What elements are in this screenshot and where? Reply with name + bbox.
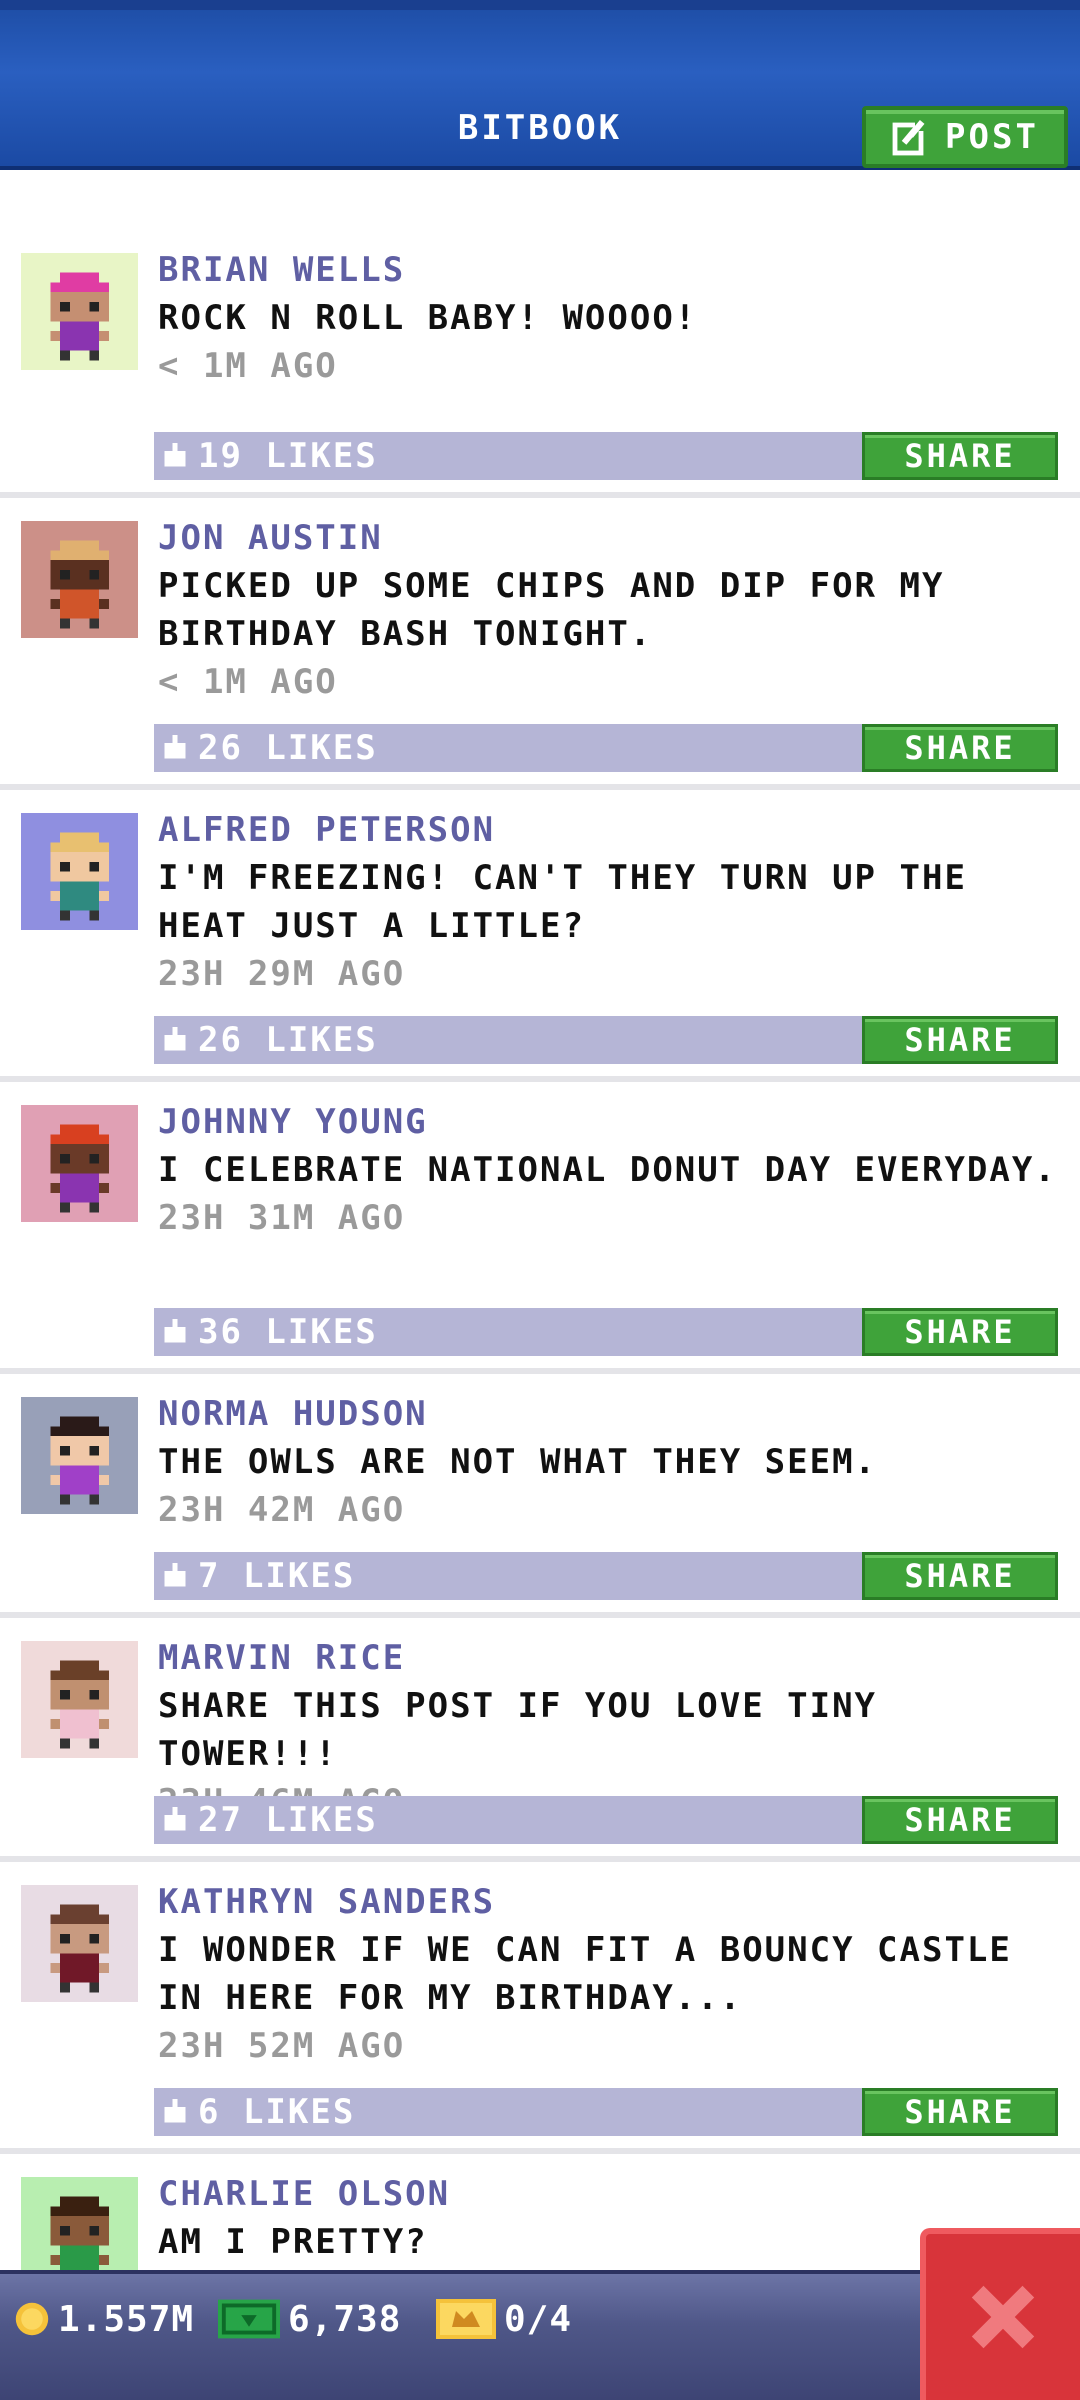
post-content: JON AUSTIN PICKED UP SOME CHIPS AND DIP F… (158, 514, 1063, 706)
thumbs-up-icon (164, 1319, 186, 1343)
edit-square-icon (892, 117, 932, 156)
thumbs-up-icon (164, 443, 186, 467)
post-author[interactable]: JON AUSTIN (158, 514, 1063, 562)
like-button[interactable]: 6 LIKES (162, 2088, 355, 2136)
tickets-stat: 0/4 (436, 2296, 572, 2342)
thumbs-up-icon (164, 2099, 186, 2123)
thumbs-up-icon (164, 1563, 186, 1587)
share-button[interactable]: SHARE (862, 2088, 1058, 2136)
post-timestamp: 23H 31M AGO (158, 1198, 406, 1238)
post-author[interactable]: MARVIN RICE (158, 1634, 1063, 1682)
post-message: I'M FREEZING! CAN'T THEY TURN UP THE HEA… (158, 858, 967, 946)
post-content: BRIAN WELLS ROCK N ROLL BABY! WOOOO! < 1M … (158, 246, 1063, 390)
share-button[interactable]: SHARE (862, 432, 1058, 480)
feed-list[interactable]: BRIAN WELLS ROCK N ROLL BABY! WOOOO! < 1M … (0, 230, 1080, 2270)
post-author[interactable]: KATHRYN SANDERS (158, 1878, 1063, 1926)
post-message: PICKED UP SOME CHIPS AND DIP FOR MY BIRT… (158, 566, 945, 654)
likes-bar: 7 LIKES SHARE (154, 1552, 1058, 1600)
feed-post: CHARLIE OLSON AM I PRETTY? (0, 2154, 1080, 2270)
like-button[interactable]: 26 LIKES (162, 724, 378, 772)
post-content: ALFRED PETERSON I'M FREEZING! CAN'T THEY … (158, 806, 1063, 998)
post-content: KATHRYN SANDERS I WONDER IF WE CAN FIT A … (158, 1878, 1063, 2070)
feed-post: JON AUSTIN PICKED UP SOME CHIPS AND DIP F… (0, 498, 1080, 790)
avatar[interactable] (21, 521, 138, 638)
post-content: NORMA HUDSON THE OWLS ARE NOT WHAT THEY S… (158, 1390, 1063, 1534)
share-button[interactable]: SHARE (862, 724, 1058, 772)
coins-value: 1.557M (58, 2298, 195, 2340)
post-content: JOHNNY YOUNG I CELEBRATE NATIONAL DONUT D… (158, 1098, 1063, 1242)
feed-post: MARVIN RICE SHARE THIS POST IF YOU LOVE T… (0, 1618, 1080, 1862)
avatar[interactable] (21, 253, 138, 370)
post-timestamp: < 1M AGO (158, 662, 338, 702)
post-button[interactable]: POST (862, 106, 1068, 168)
avatar[interactable] (21, 813, 138, 930)
avatar[interactable] (21, 1397, 138, 1514)
likes-count: 26 LIKES (198, 728, 378, 768)
coin-icon (15, 2302, 49, 2336)
avatar[interactable] (21, 1641, 138, 1758)
likes-count: 36 LIKES (198, 1312, 378, 1352)
close-button[interactable] (920, 2228, 1080, 2400)
likes-bar: 6 LIKES SHARE (154, 2088, 1058, 2136)
avatar[interactable] (21, 2177, 138, 2270)
post-timestamp: 23H 42M AGO (158, 1490, 406, 1530)
like-button[interactable]: 36 LIKES (162, 1308, 378, 1356)
post-timestamp: 23H 52M AGO (158, 2026, 406, 2066)
banknote-icon (218, 2299, 280, 2339)
likes-bar: 19 LIKES SHARE (154, 432, 1058, 480)
close-x-icon (971, 2285, 1035, 2349)
share-button[interactable]: SHARE (862, 1796, 1058, 1844)
feed-post: KATHRYN SANDERS I WONDER IF WE CAN FIT A … (0, 1862, 1080, 2154)
avatar[interactable] (21, 1105, 138, 1222)
share-button[interactable]: SHARE (862, 1016, 1058, 1064)
app-header: BITBOOK POST (0, 0, 1080, 170)
likes-count: 26 LIKES (198, 1020, 378, 1060)
like-button[interactable]: 7 LIKES (162, 1552, 355, 1600)
feed-post: ALFRED PETERSON I'M FREEZING! CAN'T THEY … (0, 790, 1080, 1082)
thumbs-up-icon (164, 735, 186, 759)
coins-stat: 1.557M (14, 2296, 194, 2342)
thumbs-up-icon (164, 1807, 186, 1831)
bux-value: 6,738 (288, 2298, 402, 2340)
likes-count: 6 LIKES (198, 2092, 356, 2132)
tickets-value: 0/4 (504, 2298, 573, 2340)
post-message: I WONDER IF WE CAN FIT A BOUNCY CASTLE I… (158, 1930, 1012, 2018)
feed-post: NORMA HUDSON THE OWLS ARE NOT WHAT THEY S… (0, 1374, 1080, 1618)
post-author[interactable]: NORMA HUDSON (158, 1390, 1063, 1438)
feed-post: BRIAN WELLS ROCK N ROLL BABY! WOOOO! < 1M … (0, 230, 1080, 498)
likes-count: 7 LIKES (198, 1556, 356, 1596)
likes-bar: 27 LIKES SHARE (154, 1796, 1058, 1844)
post-author[interactable]: JOHNNY YOUNG (158, 1098, 1063, 1146)
avatar[interactable] (21, 1885, 138, 2002)
vip-ticket-icon (436, 2299, 496, 2339)
like-button[interactable]: 19 LIKES (162, 432, 378, 480)
post-author[interactable]: CHARLIE OLSON (158, 2170, 1063, 2218)
likes-count: 19 LIKES (198, 436, 378, 476)
post-author[interactable]: BRIAN WELLS (158, 246, 1063, 294)
bux-stat: 6,738 (218, 2296, 401, 2342)
like-button[interactable]: 26 LIKES (162, 1016, 378, 1064)
likes-bar: 26 LIKES SHARE (154, 724, 1058, 772)
likes-bar: 36 LIKES SHARE (154, 1308, 1058, 1356)
post-author[interactable]: ALFRED PETERSON (158, 806, 1063, 854)
like-button[interactable]: 27 LIKES (162, 1796, 378, 1844)
post-timestamp: 23H 29M AGO (158, 954, 406, 994)
post-message: SHARE THIS POST IF YOU LOVE TINY TOWER!!… (158, 1686, 878, 1774)
post-message: ROCK N ROLL BABY! WOOOO! (158, 298, 698, 338)
post-timestamp: < 1M AGO (158, 346, 338, 386)
thumbs-up-icon (164, 1027, 186, 1051)
likes-bar: 26 LIKES SHARE (154, 1016, 1058, 1064)
status-bar: 1.557M 6,738 0/4 (0, 2270, 1080, 2400)
share-button[interactable]: SHARE (862, 1552, 1058, 1600)
likes-count: 27 LIKES (198, 1800, 378, 1840)
post-button-label: POST (945, 117, 1039, 157)
share-button[interactable]: SHARE (862, 1308, 1058, 1356)
post-message: THE OWLS ARE NOT WHAT THEY SEEM. (158, 1442, 878, 1482)
post-message: I CELEBRATE NATIONAL DONUT DAY EVERYDAY. (158, 1150, 1057, 1190)
feed-post: JOHNNY YOUNG I CELEBRATE NATIONAL DONUT D… (0, 1082, 1080, 1374)
